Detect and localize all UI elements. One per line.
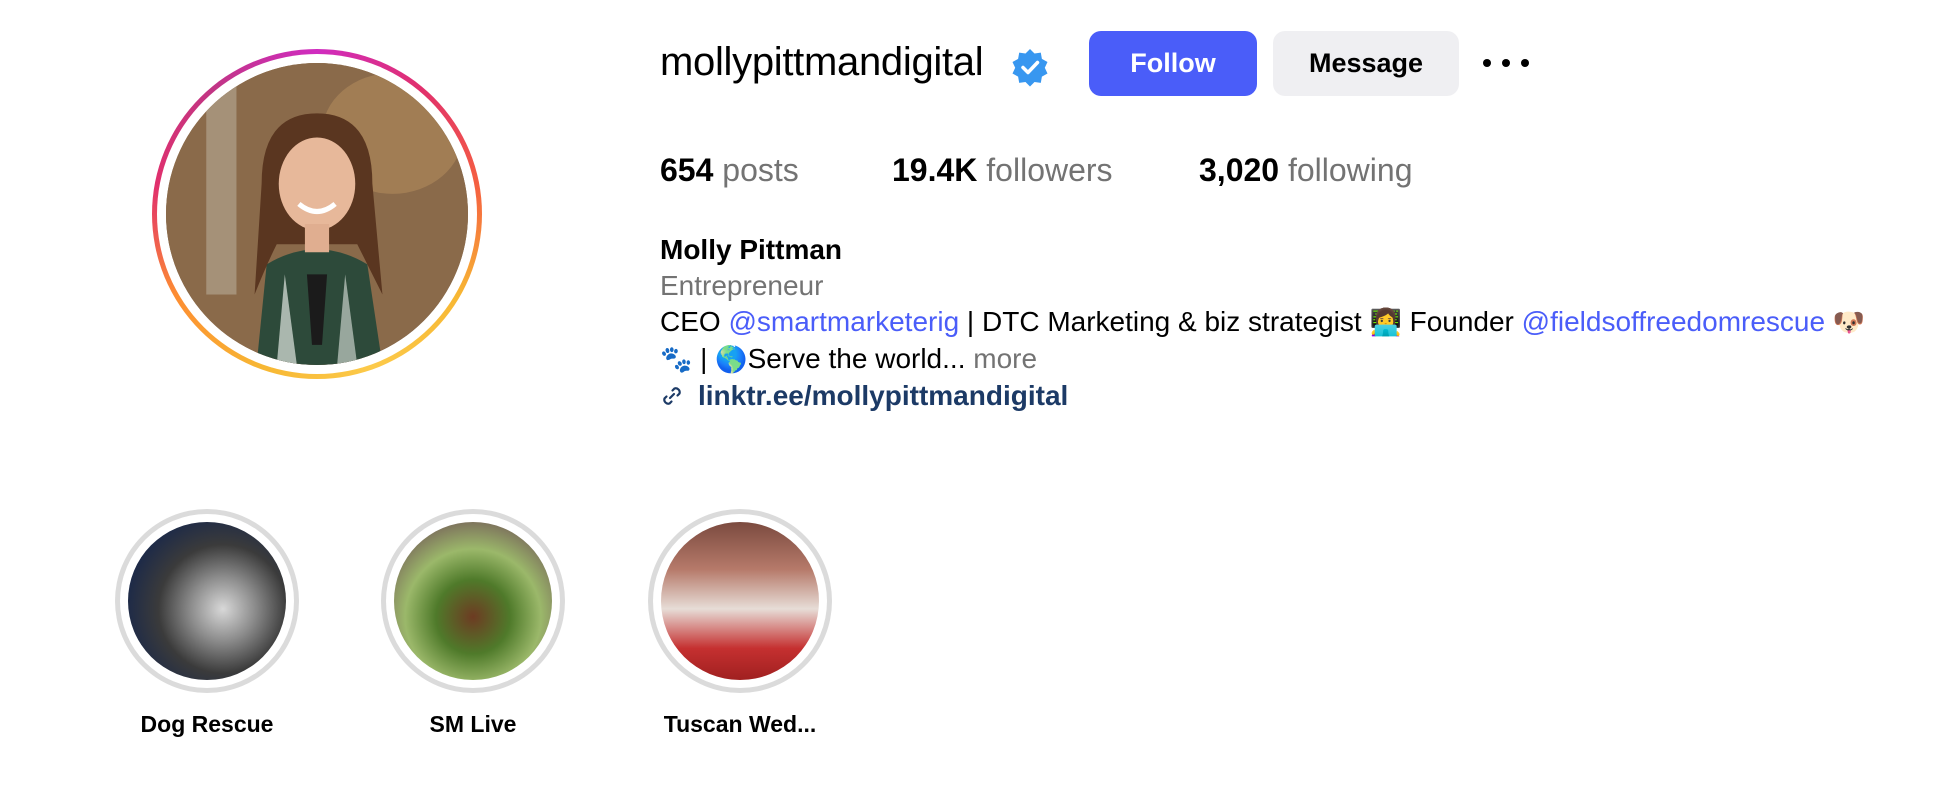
bio-text: |	[692, 343, 716, 374]
highlight-label: Tuscan Wed...	[663, 711, 817, 737]
following-count: 3,020	[1199, 152, 1280, 188]
dog-face-emoji: 🐶	[1832, 308, 1866, 338]
avatar-photo	[166, 63, 468, 365]
more-options-icon[interactable]	[1483, 48, 1529, 78]
bio-external-link[interactable]: linktr.ee/mollypittmandigital	[698, 378, 1068, 414]
bio-text: CEO	[660, 306, 729, 337]
highlight-ring	[381, 509, 565, 693]
posts-count: 654	[660, 152, 714, 188]
profile-username: mollypittmandigital	[660, 40, 984, 84]
verified-badge-icon	[1012, 49, 1048, 87]
highlight-label: SM Live	[429, 711, 517, 737]
highlight-cover-image	[394, 522, 552, 680]
mention-link[interactable]: @smartmarketerig	[728, 306, 959, 337]
highlight-tuscan-wedding[interactable]: Tuscan Wed...	[648, 509, 832, 737]
bio-text: Founder	[1401, 306, 1522, 337]
followers-label: followers	[986, 152, 1113, 188]
followers-count: 19.4K	[892, 152, 978, 188]
highlight-border	[386, 514, 560, 688]
bio-more-button[interactable]: more	[973, 343, 1037, 374]
followers-stat[interactable]: 19.4K followers	[892, 152, 1113, 189]
following-stat[interactable]: 3,020 following	[1199, 152, 1412, 189]
highlight-dog-rescue[interactable]: Dog Rescue	[115, 509, 299, 737]
technologist-emoji: 👩‍💻	[1369, 308, 1402, 338]
profile-bio: Molly Pittman Entrepreneur CEO @smartmar…	[660, 232, 1865, 414]
highlight-label: Dog Rescue	[140, 711, 274, 737]
globe-emoji: 🌎	[715, 345, 748, 375]
highlight-border	[653, 514, 827, 688]
profile-avatar[interactable]	[152, 49, 482, 379]
bio-line-2: 🐾 | 🌎Serve the world... more	[660, 341, 1865, 378]
bio-full-name: Molly Pittman	[660, 234, 843, 265]
bio-text: | DTC Marketing & biz strategist	[959, 306, 1370, 337]
paw-prints-emoji: 🐾	[660, 345, 693, 375]
link-icon	[663, 387, 681, 405]
highlight-cover-image	[661, 522, 819, 680]
highlight-ring	[648, 509, 832, 693]
avatar-border	[157, 54, 477, 374]
profile-page: mollypittmandigital Follow Message 654 p…	[0, 0, 1945, 798]
bio-text: Serve the world...	[747, 343, 966, 374]
bio-link-row[interactable]: linktr.ee/mollypittmandigital	[660, 378, 1865, 414]
bio-category: Entrepreneur	[660, 270, 824, 301]
bio-line-1: CEO @smartmarketerig | DTC Marketing & b…	[660, 304, 1865, 341]
mention-link[interactable]: @fieldsoffreedomrescue	[1522, 306, 1825, 337]
posts-label: posts	[722, 152, 799, 188]
highlight-cover-image	[128, 522, 286, 680]
dot	[1502, 59, 1510, 67]
avatar-portrait-image	[166, 63, 468, 365]
message-button[interactable]: Message	[1273, 31, 1459, 96]
highlight-border	[120, 514, 294, 688]
follow-button[interactable]: Follow	[1089, 31, 1257, 96]
posts-stat: 654 posts	[660, 152, 799, 189]
highlight-sm-live[interactable]: SM Live	[381, 509, 565, 737]
following-label: following	[1287, 152, 1413, 188]
dot	[1521, 59, 1529, 67]
dot	[1483, 59, 1491, 67]
highlight-ring	[115, 509, 299, 693]
